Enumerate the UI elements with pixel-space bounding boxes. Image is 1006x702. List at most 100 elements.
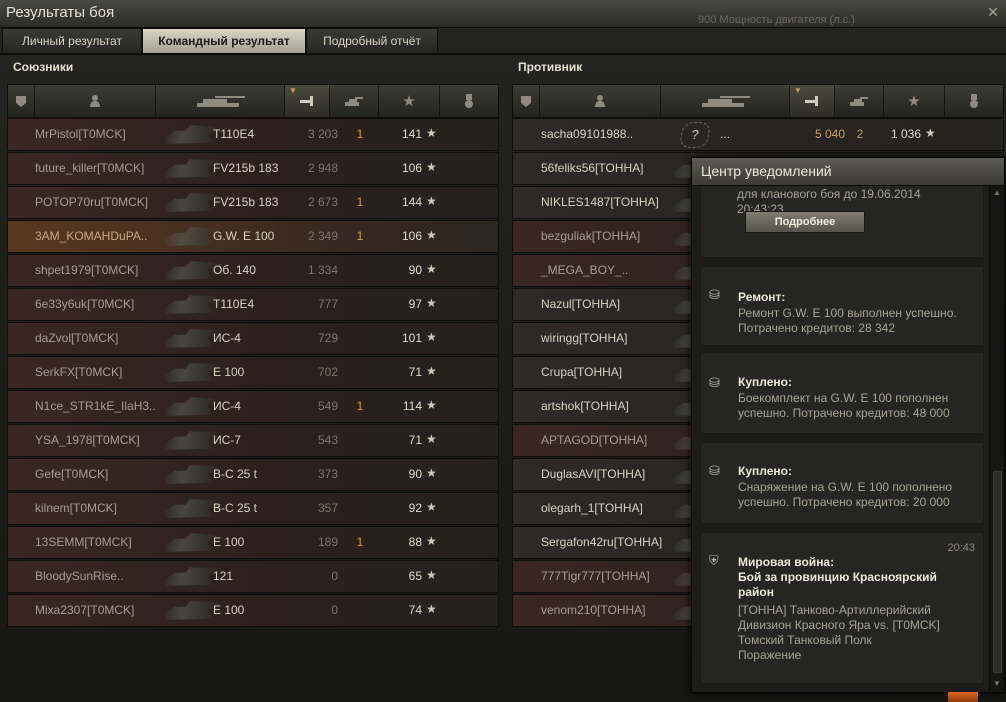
kills-icon[interactable] [330,85,379,117]
experience-value: 1 036 [890,127,921,141]
player-name: Sergafon42ru[TOHHA] [541,535,663,549]
tank-icon[interactable] [156,85,285,117]
player-name: 3AM_KOMAHDuPA.. [35,229,148,243]
star-icon: ★ [426,364,437,378]
enemies-header: ▼ ★ [512,84,1004,118]
tank-name: T110E4 [213,127,255,141]
ally-row[interactable]: N1ce_STR1kE_IlaH3.. ИС-4 549 1 114 ★ [7,390,499,423]
player-name: kilnem[T0MCK] [35,501,118,515]
notification-center-header[interactable]: Центр уведомлений [692,158,1004,186]
experience-value: 101 [401,331,422,345]
tank-name: T110E4 [213,297,255,311]
enemies-title: Противник [518,60,583,74]
damage-value: 2 673 [307,195,338,209]
window-title: Результаты боя [6,4,115,21]
player-name: shpet1979[T0MCK] [35,263,139,277]
platoon-icon[interactable] [513,85,540,117]
enemy-row[interactable]: sacha09101988..?... 5 040 2 1 036 ★ [512,118,1004,151]
player-name: Nazul[TOHHA] [541,297,621,311]
scroll-up-icon[interactable]: ▲ [993,188,1001,197]
kills-value: 2 [856,127,864,141]
player-name: MrPistol[T0MCK] [35,127,126,141]
tank-name: B-C 25 t [213,501,258,515]
experience-icon[interactable]: ★ [379,85,440,117]
tank-name: ИС-7 [213,433,241,447]
tank-image [164,533,218,552]
kills-icon[interactable] [835,85,884,117]
experience-value: 106 [401,161,422,175]
player-name: 13SEMM[T0MCK] [35,535,132,549]
ally-row[interactable]: Gefe[T0MCK] B-C 25 t 373 90 ★ [7,458,499,491]
experience-value: 114 [402,399,422,413]
credits-icon: ⛁ [709,287,720,302]
notification-item: ⛁ Ремонт: Ремонт G.W. E 100 выполнен усп… [700,266,984,346]
medal-icon[interactable] [440,85,498,117]
damage-value: 777 [317,297,338,311]
tank-name: Об. 140 [213,263,256,277]
tab-detailed-report[interactable]: Подробный отчёт [306,28,438,53]
scroll-down-icon[interactable]: ▼ [993,679,1001,688]
ally-row[interactable]: 13SEMM[T0MCK] E 100 189 1 88 ★ [7,526,499,559]
close-icon[interactable]: ✕ [985,4,1001,20]
player-name: Crupa[TOHHA] [541,365,623,379]
tank-name: E 100 [213,535,245,549]
tank-name: ... [720,127,731,141]
ally-row[interactable]: MrPistol[T0MCK] T110E4 3 203 1 141 ★ [7,118,499,151]
player-name: Mixa2307[T0MCK] [35,603,135,617]
ally-row[interactable]: Mixa2307[T0MCK] E 100 0 74 ★ [7,594,499,627]
scroll-thumb[interactable] [993,471,1002,673]
platoon-icon[interactable] [8,85,35,117]
player-icon[interactable] [540,85,661,117]
tank-name: G.W. E 100 [213,229,275,243]
star-icon: ★ [426,500,437,514]
tank-image [164,125,218,144]
tank-name: ИС-4 [213,331,241,345]
ally-row[interactable]: daZvol[T0MCK] ИС-4 729 101 ★ [7,322,499,355]
notification-heading: Ремонт: [738,290,786,304]
star-icon: ★ [426,602,437,616]
player-name: artshok[TOHHA] [541,399,629,413]
more-button[interactable]: Подробнее [745,211,865,233]
kills-value: 1 [356,229,364,243]
tank-icon[interactable] [661,85,790,117]
tab-personal-result[interactable]: Личный результат [2,28,142,53]
tank-name: E 100 [213,365,245,379]
notification-time: 20:43 [947,542,975,554]
damage-value: 0 [331,569,338,583]
ally-row[interactable]: 6e33y6uk[T0MCK] T110E4 777 97 ★ [7,288,499,321]
player-name: bezguliak[TOHHA] [541,229,641,243]
tab-divider [0,53,1006,55]
ally-row[interactable]: shpet1979[T0MCK] Об. 140 1 334 90 ★ [7,254,499,287]
experience-icon[interactable]: ★ [884,85,945,117]
ally-row[interactable]: YSA_1978[T0MCK] ИС-7 543 71 ★ [7,424,499,457]
tab-bar: Личный результат Командный результат Под… [0,28,1006,53]
ally-row[interactable]: POTOP70ru[T0MCK] FV215b 183 2 673 1 144 ★ [7,186,499,219]
notification-center-title: Центр уведомлений [701,163,832,179]
tank-name: 121 [213,569,234,583]
ally-row[interactable]: 3AM_KOMAHDuPA.. G.W. E 100 2 349 1 106 ★ [7,220,499,253]
title-bar: Результаты боя 900 Мощность двигателя (л… [0,0,1006,28]
player-icon[interactable] [35,85,156,117]
star-icon: ★ [426,432,437,446]
ally-row[interactable]: future_killer[T0MCK] FV215b 183 2 948 106 ★ [7,152,499,185]
damage-value: 543 [317,433,338,447]
experience-value: 141 [401,127,422,141]
tank-image [164,431,218,450]
player-name: SerkFX[T0MCK] [35,365,123,379]
ally-row[interactable]: SerkFX[T0MCK] E 100 702 71 ★ [7,356,499,389]
damage-value: 1 334 [307,263,338,277]
notification-scrollbar[interactable]: ▲ ▼ [989,186,1004,691]
experience-value: 97 [408,297,422,311]
tab-team-result[interactable]: Командный результат [142,28,306,53]
tank-image [164,363,218,382]
ally-row[interactable]: BloodySunRise.. 121 0 65 ★ [7,560,499,593]
damage-icon[interactable]: ▼ [285,85,330,117]
notification-list[interactable]: для кланового боя до 19.06.2014 20:43:23… [692,186,988,692]
ally-row[interactable]: kilnem[T0MCK] B-C 25 t 357 92 ★ [7,492,499,525]
medal-icon[interactable] [945,85,1003,117]
damage-icon[interactable]: ▼ [790,85,835,117]
player-name: YSA_1978[T0MCK] [35,433,140,447]
tank-image [164,329,218,348]
notification-indicator[interactable] [948,692,978,702]
star-icon: ★ [426,330,437,344]
